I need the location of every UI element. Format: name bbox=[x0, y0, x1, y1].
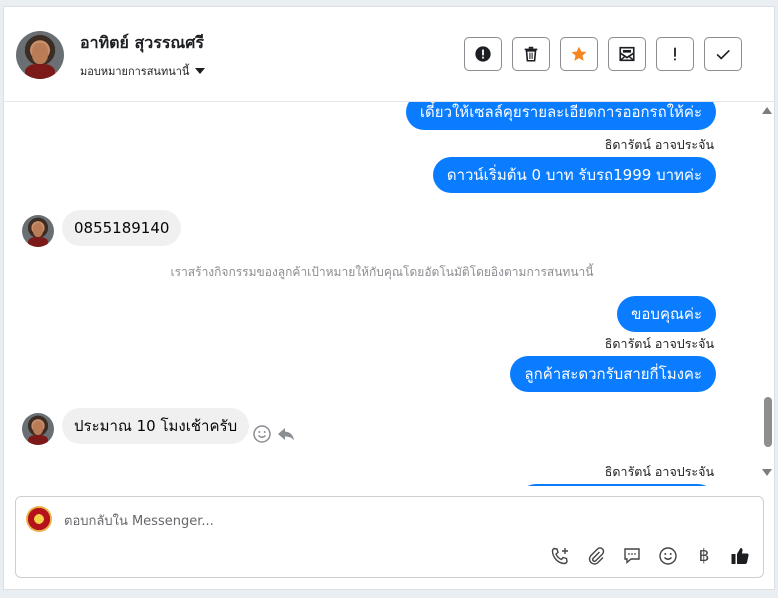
mark-unread-button[interactable] bbox=[608, 37, 646, 71]
sender-name: ธิดารัตน์ อาจประจัน bbox=[604, 464, 714, 479]
incoming-message[interactable]: 0855189140 bbox=[62, 210, 182, 246]
scrollbar-thumb[interactable] bbox=[764, 397, 772, 447]
outgoing-message[interactable]: ขอบคุณค่ะ bbox=[617, 296, 716, 332]
caret-down-icon bbox=[195, 68, 206, 74]
assign-conversation-dropdown[interactable]: มอบหมายการสนทนานี้ bbox=[80, 62, 206, 80]
star-icon bbox=[571, 46, 587, 61]
mark-done-button[interactable] bbox=[704, 37, 742, 71]
contact-avatar-small[interactable] bbox=[22, 413, 54, 445]
checkmark-icon bbox=[716, 49, 730, 60]
outgoing-message-partial[interactable] bbox=[518, 484, 716, 486]
scroll-down-arrow[interactable] bbox=[762, 469, 772, 476]
sender-name: ธิดารัตน์ อาจประจัน bbox=[604, 137, 714, 152]
assign-label: มอบหมายการสนทนานี้ bbox=[80, 65, 190, 78]
outgoing-message[interactable]: ลูกค้าสะดวกรับสายกี่โมงคะ bbox=[510, 356, 716, 392]
phone-plus-icon bbox=[551, 547, 568, 565]
outgoing-message[interactable]: เดี๋ยวให้เซลล์คุยรายละเอียดการออกรถให้ค่… bbox=[405, 102, 716, 130]
alert-circle-icon bbox=[475, 46, 491, 62]
avatar-shirt bbox=[24, 63, 56, 79]
trash-icon bbox=[524, 46, 538, 62]
avatar-shirt bbox=[27, 434, 49, 445]
saved-replies-button[interactable] bbox=[549, 545, 571, 567]
avatar-face bbox=[32, 421, 44, 435]
avatar-shirt bbox=[27, 236, 49, 247]
sender-name: ธิดารัตน์ อาจประจัน bbox=[604, 336, 714, 351]
system-notice: เราสร้างกิจกรรมของลูกค้าเป้าหมายให้กับคุ… bbox=[170, 265, 594, 279]
star-button[interactable] bbox=[560, 37, 598, 71]
page-avatar bbox=[26, 506, 52, 532]
thumbs-up-icon bbox=[731, 548, 749, 564]
spam-button[interactable] bbox=[464, 37, 502, 71]
contact-avatar-small[interactable] bbox=[22, 215, 54, 247]
attach-button[interactable] bbox=[585, 545, 607, 567]
outgoing-message[interactable]: ดาวน์เริ่มต้น 0 บาท รับรถ1999 บาทค่ะ bbox=[432, 157, 716, 193]
exclamation-icon bbox=[674, 47, 676, 61]
follow-up-button[interactable] bbox=[656, 37, 694, 71]
reply-composer: ฿ bbox=[15, 496, 764, 578]
chat-bubble-icon bbox=[624, 548, 640, 565]
message-thread[interactable]: เดี๋ยวให้เซลล์คุยรายละเอียดการออกรถให้ค่… bbox=[4, 102, 760, 486]
reply-icon[interactable] bbox=[276, 424, 296, 444]
avatar-face bbox=[32, 43, 48, 64]
quick-reply-button[interactable] bbox=[621, 545, 643, 567]
chat-window: อาทิตย์ สุวรรณศรี มอบหมายการสนทนานี้ เดี… bbox=[3, 6, 775, 590]
paperclip-icon bbox=[588, 547, 605, 565]
delete-button[interactable] bbox=[512, 37, 550, 71]
like-button[interactable] bbox=[729, 545, 751, 567]
scroll-up-arrow[interactable] bbox=[762, 107, 772, 114]
reply-input[interactable] bbox=[64, 511, 664, 531]
avatar-face bbox=[32, 223, 44, 237]
contact-avatar[interactable] bbox=[16, 31, 64, 79]
emoji-button[interactable] bbox=[657, 545, 679, 567]
smiley-icon bbox=[659, 547, 677, 565]
envelope-icon bbox=[619, 46, 635, 62]
contact-name[interactable]: อาทิตย์ สุวรรณศรี bbox=[80, 31, 204, 56]
react-emoji-icon[interactable] bbox=[252, 424, 272, 444]
incoming-message[interactable]: ประมาณ 10 โมงเช้าครับ bbox=[62, 408, 250, 444]
payment-button[interactable]: ฿ bbox=[693, 545, 715, 567]
conversation-header: อาทิตย์ สุวรรณศรี มอบหมายการสนทนานี้ bbox=[4, 7, 774, 102]
